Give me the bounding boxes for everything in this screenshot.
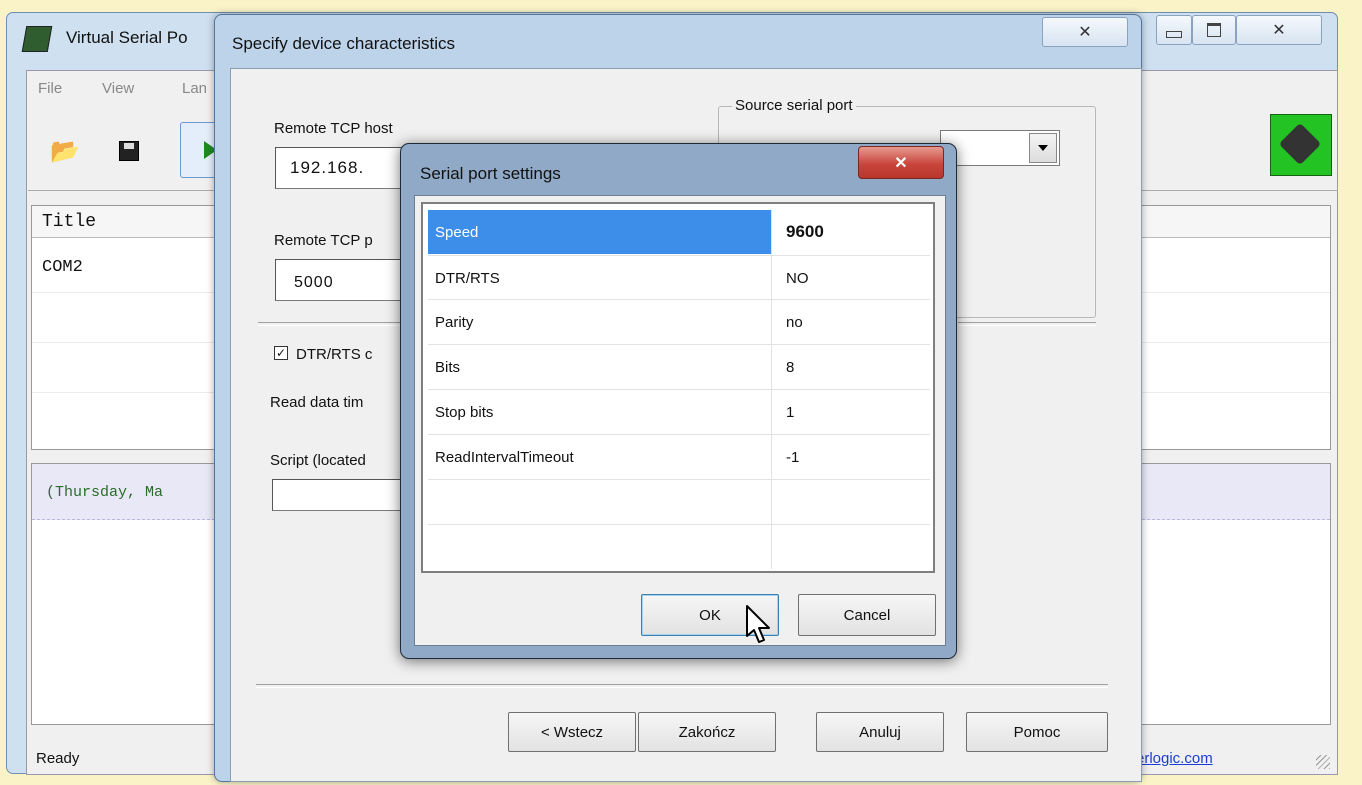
close-icon: ✕: [1272, 22, 1286, 39]
property-value[interactable]: 1: [772, 390, 930, 434]
property-name: DTR/RTS: [428, 256, 772, 300]
property-row[interactable]: Speed 9600: [428, 210, 930, 255]
remote-port-value: 5000: [294, 274, 334, 291]
empty-cell: [428, 480, 772, 524]
script-label: Script (located: [270, 452, 366, 469]
maximize-button[interactable]: [1192, 15, 1236, 45]
empty-property-row: [428, 480, 930, 525]
close-icon: ✕: [1078, 24, 1092, 41]
close-icon: ✕: [894, 154, 908, 172]
property-name: Speed: [428, 210, 772, 254]
group-divider: [958, 322, 1096, 326]
script-input[interactable]: [272, 479, 417, 511]
remote-host-value: 192.168.: [290, 158, 365, 177]
resize-grip-icon[interactable]: [1316, 755, 1330, 769]
mouse-cursor-icon: [746, 605, 770, 643]
source-port-select[interactable]: [940, 130, 1060, 166]
menu-view[interactable]: View: [102, 80, 134, 97]
property-value[interactable]: NO: [772, 256, 930, 300]
wizard-title: Specify device characteristics: [232, 34, 455, 53]
property-row[interactable]: Parity no: [428, 300, 930, 345]
property-name: Stop bits: [428, 390, 772, 434]
bottom-divider: [256, 684, 1108, 688]
finish-button[interactable]: Zakończ: [638, 712, 776, 752]
dtr-rts-checkbox[interactable]: ✓: [274, 346, 288, 360]
checkmark-icon: ✓: [275, 346, 287, 360]
property-value[interactable]: 8: [772, 345, 930, 389]
menu-language[interactable]: Lan: [182, 80, 207, 97]
property-name: Bits: [428, 345, 772, 389]
serial-cable-icon: [1270, 114, 1332, 176]
remote-host-input[interactable]: 192.168.: [275, 147, 415, 189]
property-value[interactable]: 9600: [772, 210, 930, 254]
property-name: ReadIntervalTimeout: [428, 435, 772, 479]
property-row[interactable]: DTR/RTS NO: [428, 255, 930, 300]
back-button[interactable]: < Wstecz: [508, 712, 636, 752]
status-bar-text: Ready: [36, 750, 80, 767]
maximize-icon: [1207, 23, 1221, 37]
save-icon[interactable]: [114, 136, 144, 166]
property-value[interactable]: -1: [772, 435, 930, 479]
serial-cancel-button[interactable]: Cancel: [798, 594, 936, 636]
remote-port-input[interactable]: 5000: [275, 259, 415, 301]
property-row[interactable]: Bits 8: [428, 345, 930, 390]
website-link[interactable]: erlogic.com: [1136, 750, 1213, 767]
wizard-cancel-button[interactable]: Anuluj: [816, 712, 944, 752]
main-close-button[interactable]: ✕: [1236, 15, 1322, 45]
read-timeout-label: Read data tim: [270, 394, 364, 411]
source-serial-port-label: Source serial port: [732, 97, 856, 114]
remote-port-label: Remote TCP p: [274, 232, 373, 249]
property-row[interactable]: Stop bits 1: [428, 390, 930, 435]
serial-close-button[interactable]: ✕: [858, 146, 944, 179]
menu-file[interactable]: File: [38, 80, 62, 97]
chevron-down-icon: [1038, 145, 1048, 151]
property-row[interactable]: ReadIntervalTimeout -1: [428, 435, 930, 480]
help-button[interactable]: Pomoc: [966, 712, 1108, 752]
app-icon: [21, 26, 53, 52]
main-window-title: Virtual Serial Po: [66, 28, 188, 47]
column-title-header[interactable]: Title: [42, 212, 96, 232]
log-entry: (Thursday, Ma: [46, 484, 164, 501]
property-value[interactable]: no: [772, 300, 930, 344]
minimize-button[interactable]: [1156, 15, 1192, 45]
empty-cell: [428, 525, 772, 569]
open-folder-icon[interactable]: 📂: [50, 136, 80, 166]
wizard-close-button[interactable]: ✕: [1042, 17, 1128, 47]
minimize-icon: [1166, 30, 1182, 38]
property-name: Parity: [428, 300, 772, 344]
table-row[interactable]: COM2: [42, 258, 83, 277]
serial-dialog-title: Serial port settings: [420, 164, 561, 183]
dropdown-button[interactable]: [1029, 133, 1057, 163]
remote-host-label: Remote TCP host: [274, 120, 393, 137]
settings-divider: [258, 322, 418, 326]
empty-property-row: [428, 525, 930, 569]
dtr-rts-label: DTR/RTS c: [296, 346, 373, 363]
